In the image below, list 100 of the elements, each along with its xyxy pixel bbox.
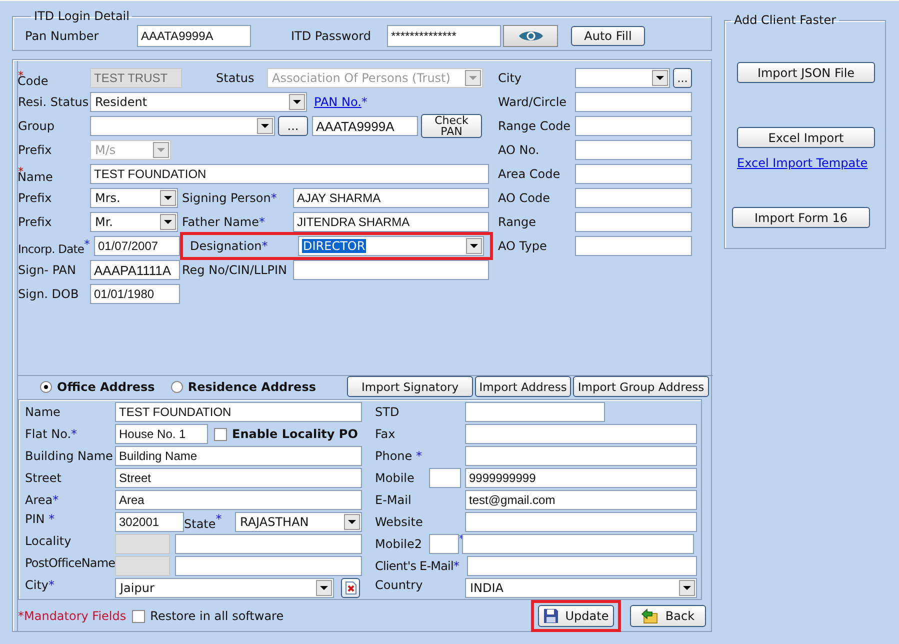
field-label: Area* <box>25 493 60 507</box>
field-label: Ward/Circle <box>498 95 568 109</box>
pan-link[interactable]: PAN No.* <box>314 95 368 109</box>
field-label: Country <box>375 578 424 592</box>
field-label: Mobile2 <box>375 537 423 551</box>
input-field[interactable]: House No. 1 <box>115 424 208 444</box>
input-field[interactable] <box>575 188 692 208</box>
field-label: Prefix <box>18 215 53 229</box>
radio-label[interactable]: Office Address <box>57 380 155 394</box>
checkbox[interactable] <box>214 428 227 440</box>
input-field[interactable]: 9999999999 <box>465 468 697 488</box>
input-field[interactable]: AAATA9999A <box>137 25 251 47</box>
input-field[interactable]: Street <box>115 468 362 488</box>
delete-button[interactable] <box>341 578 360 598</box>
input-field[interactable]: AJAY SHARMA <box>293 188 489 208</box>
password-field[interactable]: ************** <box>387 25 501 47</box>
input-field[interactable] <box>575 92 692 112</box>
input-field[interactable] <box>575 164 692 184</box>
field-label: Range <box>498 215 538 229</box>
field-label: Flat No.* <box>25 427 78 441</box>
field-label: Sign. DOB <box>18 287 80 301</box>
import-button[interactable]: Import Group Address <box>573 376 709 397</box>
template-link[interactable]: Excel Import Tempate <box>737 156 868 170</box>
input-field[interactable]: AAATA9999A <box>312 116 418 136</box>
check-pan-button[interactable]: Check PAN <box>421 114 482 138</box>
field-label: Website <box>375 515 424 529</box>
dropdown[interactable]: Mr. <box>90 212 178 232</box>
input-field[interactable]: 01/01/1980 <box>90 284 180 304</box>
dropdown[interactable]: Jaipur <box>115 578 334 598</box>
input-field[interactable]: Area <box>115 490 362 510</box>
dropdown[interactable]: DIRECTOR <box>298 236 484 256</box>
input-field[interactable] <box>575 140 692 160</box>
input-field[interactable] <box>175 534 362 554</box>
section-title: ITD Login Detail <box>33 9 130 23</box>
checkbox[interactable] <box>132 610 146 622</box>
radio-button[interactable] <box>170 380 183 392</box>
dropdown[interactable] <box>575 68 670 88</box>
field-label: Signing Person* <box>182 191 278 205</box>
input-field[interactable] <box>575 116 692 136</box>
field-label: Range Code <box>498 119 572 133</box>
input-field[interactable] <box>429 534 459 554</box>
input-field[interactable]: TEST FOUNDATION <box>115 402 362 422</box>
input-field[interactable] <box>465 402 605 422</box>
field-label: Prefix <box>18 191 53 205</box>
more-button[interactable]: ... <box>278 116 308 136</box>
input-field[interactable] <box>293 260 489 280</box>
checkbox-label: Enable Locality PO <box>232 427 358 441</box>
input-field[interactable]: AAAPA1111A <box>90 260 180 280</box>
field-label: Fax <box>375 427 396 441</box>
input-field[interactable] <box>465 424 697 444</box>
radio-label[interactable]: Residence Address <box>188 380 316 394</box>
input-field[interactable] <box>575 212 692 232</box>
field-label: Client's E-Mail* <box>375 559 460 573</box>
dropdown[interactable] <box>90 116 275 136</box>
input-field[interactable] <box>575 236 692 256</box>
field-label: AO Code <box>498 191 551 205</box>
field-label: Father Name* <box>182 215 266 229</box>
input-field[interactable] <box>462 534 694 554</box>
excel-import-button[interactable]: Excel Import <box>737 127 875 148</box>
field-label: City* <box>25 578 56 592</box>
input-field[interactable]: Building Name <box>115 446 362 466</box>
field-label: AO Type <box>498 239 548 253</box>
import-json-button[interactable]: Import JSON File <box>737 62 875 83</box>
auto-fill-button[interactable]: Auto Fill <box>571 26 645 46</box>
field-label: Pan Number <box>25 29 100 43</box>
input-field[interactable]: 302001 <box>115 512 184 532</box>
dropdown[interactable]: Mrs. <box>90 188 178 208</box>
section-title: Add Client Faster <box>733 13 838 27</box>
folder-arrow-icon <box>641 608 660 624</box>
field-label: Street <box>25 471 62 485</box>
input-field[interactable]: TEST FOUNDATION <box>90 164 489 184</box>
dropdown[interactable]: RAJASTHAN <box>235 512 362 532</box>
field-label: Designation* <box>190 239 269 253</box>
import-form16-button[interactable]: Import Form 16 <box>732 207 870 228</box>
field-label: Mobile <box>375 471 416 485</box>
show-password-button[interactable] <box>503 25 558 47</box>
field-label: City <box>498 71 523 85</box>
field-label: Sign- PAN <box>18 263 77 277</box>
input-field[interactable] <box>175 556 362 576</box>
delete-icon <box>344 581 356 595</box>
input-field[interactable] <box>467 556 697 576</box>
field-label: Phone * <box>375 449 423 463</box>
field-label: Name <box>25 405 62 419</box>
dropdown[interactable]: INDIA <box>465 578 697 598</box>
input-field[interactable]: 01/07/2007 <box>94 236 180 256</box>
input-field[interactable]: JITENDRA SHARMA <box>293 212 489 232</box>
field-label: Locality <box>25 534 72 548</box>
dropdown[interactable]: Resident <box>90 92 307 112</box>
input-field[interactable] <box>429 468 461 488</box>
import-button[interactable]: Import Signatory <box>347 376 473 397</box>
back-button[interactable]: Back <box>630 605 706 627</box>
radio-button[interactable] <box>40 380 52 392</box>
input-field[interactable] <box>465 512 697 532</box>
more-button[interactable]: ... <box>673 68 692 88</box>
import-button[interactable]: Import Address <box>475 376 571 397</box>
input-field[interactable] <box>465 446 697 466</box>
update-button[interactable]: Update <box>538 605 614 627</box>
field-label: Status <box>216 71 256 85</box>
input-field[interactable]: test@gmail.com <box>465 490 697 510</box>
field-label: Prefix <box>18 143 53 157</box>
